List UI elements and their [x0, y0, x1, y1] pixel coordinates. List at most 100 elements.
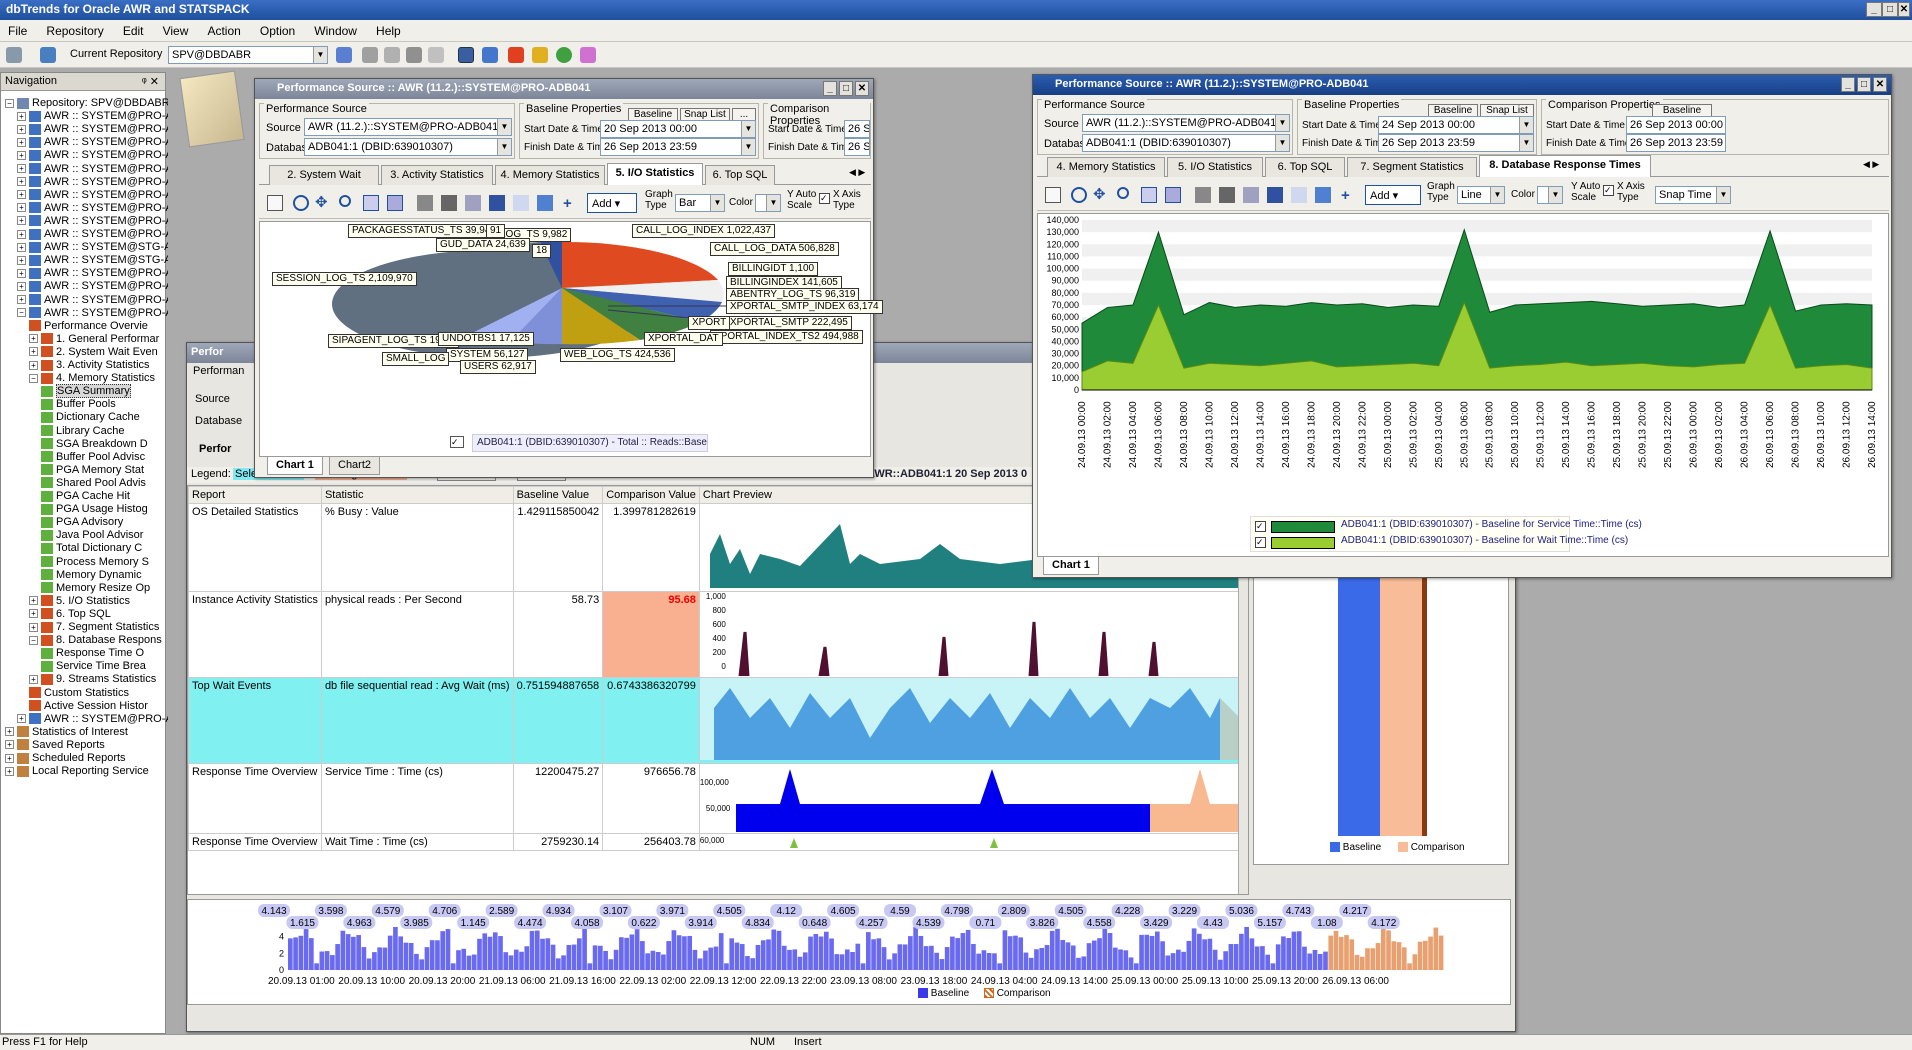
- expand-icon[interactable]: +: [17, 164, 26, 174]
- expand-icon[interactable]: −: [29, 373, 38, 383]
- tab-scroll-arrows[interactable]: ◀ ▶: [849, 167, 865, 178]
- nav-pin-close[interactable]: ᵠ ✕: [142, 75, 159, 88]
- chart-3d-icon[interactable]: [1165, 187, 1181, 203]
- cut-icon[interactable]: [362, 47, 378, 63]
- tab-activity-statistics[interactable]: 3. Activity Statistics: [381, 165, 493, 185]
- rotate-icon[interactable]: [293, 195, 309, 211]
- source-select[interactable]: AWR (11.2.)::SYSTEM@PRO-ADB041 ▼: [1082, 114, 1290, 132]
- expand-icon[interactable]: +: [29, 360, 38, 370]
- series-icon[interactable]: [537, 195, 553, 211]
- expand-icon[interactable]: +: [5, 766, 14, 776]
- comp-finish-input[interactable]: 26 Se: [844, 138, 870, 156]
- chart-type-icon[interactable]: [363, 195, 379, 211]
- undo-icon[interactable]: [428, 47, 444, 63]
- tab-memory-statistics[interactable]: 4. Memory Statistics: [495, 165, 605, 185]
- menu-repository[interactable]: Repository: [38, 20, 111, 42]
- start-date-input[interactable]: 24 Sep 2013 00:00 ▼: [1378, 116, 1534, 134]
- start-date-input[interactable]: 20 Sep 2013 00:00 ▼: [600, 120, 756, 138]
- add-button[interactable]: Add ▾: [587, 193, 637, 213]
- pointer-icon[interactable]: [1045, 187, 1061, 203]
- copy-chart-icon[interactable]: [465, 195, 481, 211]
- minimize-button[interactable]: _: [1866, 2, 1882, 17]
- legend-checkbox-service[interactable]: ✓: [1255, 521, 1266, 532]
- expand-icon[interactable]: +: [17, 216, 26, 226]
- chart-tab-1[interactable]: Chart 1: [267, 457, 323, 475]
- print-icon[interactable]: [1219, 187, 1235, 203]
- tab-memory-statistics[interactable]: 4. Memory Statistics: [1047, 157, 1165, 177]
- report-icon[interactable]: [556, 47, 572, 63]
- comp-start-input[interactable]: 26 Se: [844, 120, 870, 138]
- maximize-button[interactable]: □: [1882, 2, 1898, 17]
- menu-help[interactable]: Help: [368, 20, 409, 42]
- table-row[interactable]: Response Time Overview Service Time : Ti…: [188, 763, 1248, 834]
- table-row-selected[interactable]: Top Wait Events db file sequential read …: [188, 677, 1248, 764]
- expand-icon[interactable]: +: [29, 674, 38, 684]
- chart-tab-2[interactable]: Chart2: [329, 457, 381, 475]
- tools-icon[interactable]: [336, 47, 352, 63]
- properties-icon[interactable]: [1195, 187, 1211, 203]
- add-button[interactable]: Add ▾: [1365, 185, 1421, 205]
- col-statistic[interactable]: Statistic: [320, 486, 514, 504]
- expand-icon[interactable]: +: [17, 714, 26, 724]
- expand-icon[interactable]: +: [17, 268, 26, 278]
- refresh-icon[interactable]: [482, 47, 498, 63]
- graph-type-select[interactable]: Line ▼: [1457, 186, 1505, 204]
- current-repository-select[interactable]: SPV@DBDABR ▼: [168, 46, 328, 64]
- tab-top-sql[interactable]: 6. Top SQL: [1265, 157, 1345, 177]
- chart-3d-icon[interactable]: [387, 195, 403, 211]
- expand-icon[interactable]: +: [29, 622, 38, 632]
- pie-chart-icon[interactable]: [532, 47, 548, 63]
- col-baseline-value[interactable]: Baseline Value: [512, 486, 604, 504]
- tab-io-statistics[interactable]: 5. I/O Statistics: [607, 163, 703, 185]
- rotate-icon[interactable]: [1071, 187, 1087, 203]
- menu-file[interactable]: File: [0, 20, 35, 42]
- expand-icon[interactable]: +: [17, 124, 26, 134]
- export-icon[interactable]: [513, 195, 529, 211]
- plus-icon[interactable]: +: [563, 195, 579, 212]
- expand-icon[interactable]: +: [17, 137, 26, 147]
- col-comparison-value[interactable]: Comparison Value: [602, 486, 700, 504]
- win2-close[interactable]: ✕: [1873, 77, 1887, 92]
- table-row[interactable]: Instance Activity Statistics physical re…: [188, 591, 1248, 678]
- y-auto-scale-checkbox[interactable]: ✓: [819, 193, 830, 204]
- zoom-icon[interactable]: [339, 195, 351, 207]
- win1-maximize[interactable]: □: [839, 81, 853, 96]
- comp-finish-input[interactable]: 26 Sep 2013 23:59: [1626, 134, 1726, 152]
- expand-icon[interactable]: +: [17, 242, 26, 252]
- expand-icon[interactable]: +: [29, 347, 38, 357]
- print-icon[interactable]: [441, 195, 457, 211]
- tab-segment-statistics[interactable]: 7. Segment Statistics: [1347, 157, 1477, 177]
- move-icon[interactable]: ✥: [315, 195, 331, 211]
- expand-icon[interactable]: −: [5, 98, 14, 108]
- menu-view[interactable]: View: [155, 20, 197, 42]
- comp-start-input[interactable]: 26 Sep 2013 00:00: [1626, 116, 1726, 134]
- table-row[interactable]: Response Time Overview Wait Time : Time …: [188, 833, 1248, 851]
- graph-type-select[interactable]: Bar ▼: [675, 194, 725, 212]
- menu-edit[interactable]: Edit: [115, 20, 152, 42]
- tree-root-item[interactable]: + Local Reporting Service: [5, 763, 149, 779]
- expand-icon[interactable]: +: [29, 334, 38, 344]
- tab-top-sql[interactable]: 6. Top SQL: [705, 165, 775, 185]
- expand-icon[interactable]: +: [29, 596, 38, 606]
- chart-type-icon[interactable]: [1141, 187, 1157, 203]
- source-select[interactable]: AWR (11.2.)::SYSTEM@PRO-ADB041 ▼: [304, 118, 512, 136]
- expand-icon[interactable]: +: [17, 203, 26, 213]
- tab-system-wait-events[interactable]: 2. System Wait Events: [269, 165, 379, 199]
- expand-icon[interactable]: −: [17, 308, 26, 318]
- tab-scroll-arrows[interactable]: ◀ ▶: [1863, 159, 1879, 170]
- plus-icon[interactable]: +: [1341, 187, 1357, 204]
- copy-icon[interactable]: [384, 47, 400, 63]
- tab-database-response-times[interactable]: 8. Database Response Times: [1479, 155, 1651, 177]
- win1-close[interactable]: ✕: [855, 81, 869, 96]
- menu-option[interactable]: Option: [252, 20, 303, 42]
- connect-icon[interactable]: [40, 47, 56, 63]
- tab-io-statistics[interactable]: 5. I/O Statistics: [1167, 157, 1263, 177]
- menu-window[interactable]: Window: [306, 20, 365, 42]
- pointer-icon[interactable]: [267, 195, 283, 211]
- expand-icon[interactable]: +: [17, 295, 26, 305]
- save-icon[interactable]: [489, 195, 505, 211]
- expand-icon[interactable]: +: [17, 111, 26, 121]
- database-select[interactable]: ADB041:1 (DBID:639010307) ▼: [304, 138, 512, 156]
- legend-checkbox-wait[interactable]: ✓: [1255, 537, 1266, 548]
- chart-tab-1[interactable]: Chart 1: [1043, 557, 1099, 575]
